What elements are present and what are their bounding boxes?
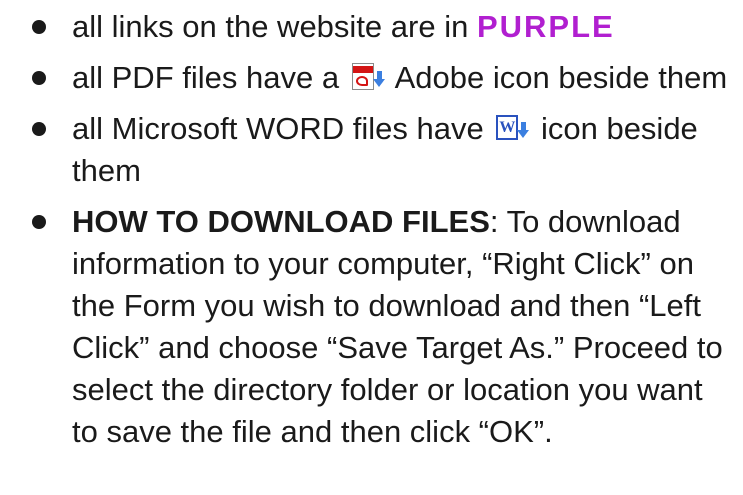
- list-item-pdf: all PDF files have a Adobe icon beside t…: [30, 57, 735, 99]
- list-item-word: all Microsoft WORD files have W icon bes…: [30, 108, 735, 192]
- pdf-text-after: Adobe icon beside them: [394, 60, 728, 95]
- download-heading: HOW TO DOWNLOAD FILES: [72, 204, 490, 239]
- bullet-icon: [32, 215, 46, 229]
- links-text: all links on the website are in: [72, 9, 469, 44]
- bullet-icon: [32, 122, 46, 136]
- word-icon: W: [494, 114, 530, 142]
- download-text: : To download information to your comput…: [72, 204, 723, 449]
- purple-word: PURPLE: [476, 9, 615, 44]
- bullet-icon: [32, 71, 46, 85]
- instruction-list: all links on the website are in PURPLE a…: [30, 6, 735, 462]
- pdf-text-before: all PDF files have a: [72, 60, 340, 95]
- list-item-links: all links on the website are in PURPLE: [30, 6, 735, 48]
- bullet-icon: [32, 20, 46, 34]
- pdf-icon: [350, 63, 386, 91]
- list-item-download: HOW TO DOWNLOAD FILES: To download infor…: [30, 201, 735, 453]
- word-text-before: all Microsoft WORD files have: [72, 111, 484, 146]
